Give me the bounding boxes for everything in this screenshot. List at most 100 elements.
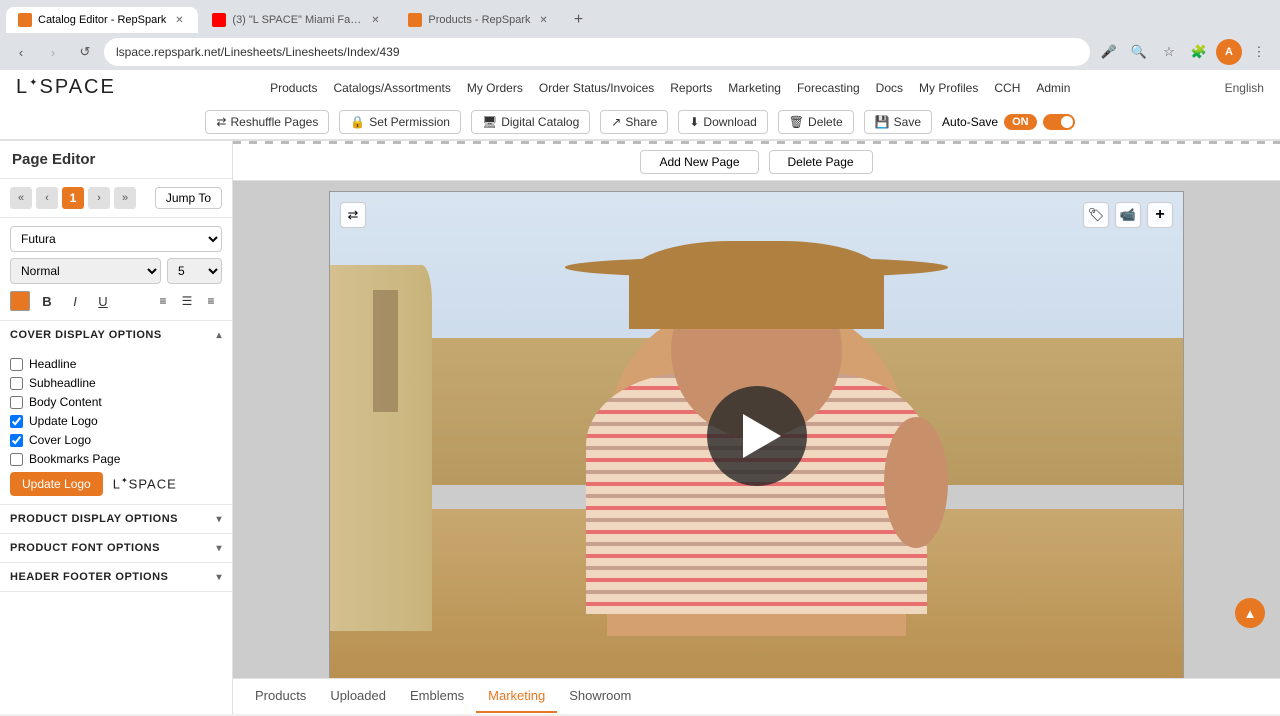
- cover-logo-checkbox[interactable]: [10, 434, 23, 447]
- shuffle-canvas-button[interactable]: ⇄: [340, 202, 366, 228]
- subheadline-row: Subheadline: [10, 376, 222, 390]
- reshuffle-pages-button[interactable]: ⇄ Reshuffle Pages: [205, 110, 329, 134]
- tab2-close-icon[interactable]: ✕: [368, 13, 382, 27]
- page-navigation: « ‹ 1 › » Jump To: [0, 179, 232, 218]
- palm-trunk: [373, 290, 399, 412]
- font-family-select[interactable]: Futura Arial Helvetica: [10, 226, 222, 252]
- align-center-button[interactable]: ☰: [176, 290, 198, 312]
- underline-button[interactable]: U: [92, 290, 114, 312]
- subheadline-checkbox[interactable]: [10, 377, 23, 390]
- product-display-arrow: ▾: [216, 514, 222, 525]
- digital-catalog-button[interactable]: 🖥 Digital Catalog: [471, 110, 590, 134]
- search-icon[interactable]: 🔍: [1126, 39, 1152, 65]
- align-right-button[interactable]: ≡: [200, 290, 222, 312]
- next-page-button[interactable]: ›: [88, 187, 110, 209]
- scroll-up-button[interactable]: ▲: [1235, 598, 1265, 628]
- language-label[interactable]: English: [1225, 81, 1264, 95]
- align-left-button[interactable]: ≡: [152, 290, 174, 312]
- font-controls: Futura Arial Helvetica Normal Bold Itali…: [0, 218, 232, 321]
- url-input[interactable]: [104, 38, 1090, 66]
- main-layout: Page Editor « ‹ 1 › » Jump To Futura Ari…: [0, 141, 1280, 714]
- nav-products[interactable]: Products: [270, 81, 317, 95]
- add-new-page-button[interactable]: Add New Page: [640, 150, 758, 174]
- first-page-button[interactable]: «: [10, 187, 32, 209]
- header-footer-header[interactable]: HEADER FOOTER OPTIONS ▾: [0, 563, 232, 591]
- nav-reports[interactable]: Reports: [670, 81, 712, 95]
- italic-button[interactable]: I: [64, 290, 86, 312]
- new-tab-button[interactable]: +: [565, 6, 593, 34]
- nav-marketing[interactable]: Marketing: [728, 81, 781, 95]
- font-size-select[interactable]: 5 8 10 12 14: [167, 258, 222, 284]
- tab-products[interactable]: Products: [243, 680, 318, 713]
- last-page-button[interactable]: »: [114, 187, 136, 209]
- tag-canvas-button[interactable]: 🏷: [1083, 202, 1109, 228]
- update-logo-row: Update Logo: [10, 414, 222, 428]
- update-logo-label: Update Logo: [29, 414, 98, 428]
- nav-cch[interactable]: CCH: [994, 81, 1020, 95]
- share-button[interactable]: ↗ Share: [600, 110, 668, 134]
- tab-showroom[interactable]: Showroom: [557, 680, 643, 713]
- product-font-header[interactable]: PRODUCT FONT OPTIONS ▾: [0, 534, 232, 562]
- app: L✦SPACE Products Catalogs/Assortments My…: [0, 70, 1280, 714]
- address-bar: ‹ › ↺ 🎤 🔍 ☆ 🧩 A ⋮: [0, 34, 1280, 70]
- tab-youtube[interactable]: (3) "L SPACE" Miami Fashion... ✕: [200, 7, 394, 33]
- reload-button[interactable]: ↺: [72, 39, 98, 65]
- tab-emblems[interactable]: Emblems: [398, 680, 476, 713]
- tab2-label: (3) "L SPACE" Miami Fashion...: [232, 14, 362, 26]
- tab-marketing[interactable]: Marketing: [476, 680, 557, 713]
- cover-display-accordion: COVER DISPLAY OPTIONS ▴ Headline Subhead…: [0, 321, 232, 505]
- mic-icon[interactable]: 🎤: [1096, 39, 1122, 65]
- save-button[interactable]: 💾 Save: [864, 110, 932, 134]
- bold-button[interactable]: B: [36, 290, 58, 312]
- forward-button[interactable]: ›: [40, 39, 66, 65]
- canvas-wrapper: ⇄ 🏷 📹 +: [329, 191, 1184, 678]
- prev-page-button[interactable]: ‹: [36, 187, 58, 209]
- add-canvas-button[interactable]: +: [1147, 202, 1173, 228]
- tab-products[interactable]: Products - RepSpark ✕: [396, 7, 562, 33]
- font-style-select[interactable]: Normal Bold Italic: [10, 258, 161, 284]
- delete-button[interactable]: 🗑 Delete: [778, 110, 854, 134]
- video-canvas-button[interactable]: 📹: [1115, 202, 1141, 228]
- body-content-checkbox[interactable]: [10, 396, 23, 409]
- bookmarks-page-checkbox[interactable]: [10, 453, 23, 466]
- update-logo-action-row: Update Logo L✦SPACE: [10, 472, 222, 496]
- nav-catalogs[interactable]: Catalogs/Assortments: [333, 81, 450, 95]
- toggle-switch[interactable]: [1043, 114, 1075, 130]
- menu-icon[interactable]: ⋮: [1246, 39, 1272, 65]
- nav-my-profiles[interactable]: My Profiles: [919, 81, 978, 95]
- update-logo-checkbox[interactable]: [10, 415, 23, 428]
- page-actions-toolbar: Add New Page Delete Page: [233, 144, 1280, 181]
- update-logo-button[interactable]: Update Logo: [10, 472, 103, 496]
- set-permission-button[interactable]: 🔒 Set Permission: [339, 110, 461, 134]
- text-color-box[interactable]: [10, 291, 30, 311]
- tab-catalog-editor[interactable]: Catalog Editor - RepSpark ✕: [6, 7, 198, 33]
- monitor-icon: 🖥: [482, 115, 497, 129]
- profile-icon[interactable]: A: [1216, 39, 1242, 65]
- product-display-accordion: PRODUCT DISPLAY OPTIONS ▾: [0, 505, 232, 534]
- auto-save-status: ON: [1004, 114, 1037, 130]
- jump-to-button[interactable]: Jump To: [155, 187, 222, 209]
- nav-order-status[interactable]: Order Status/Invoices: [539, 81, 654, 95]
- auto-save-toggle[interactable]: Auto-Save ON: [942, 114, 1075, 130]
- nav-forecasting[interactable]: Forecasting: [797, 81, 860, 95]
- headline-checkbox[interactable]: [10, 358, 23, 371]
- sidebar: Page Editor « ‹ 1 › » Jump To Futura Ari…: [0, 141, 233, 714]
- video-play-overlay[interactable]: [707, 386, 807, 486]
- share-icon: ↗: [611, 115, 621, 129]
- nav-my-orders[interactable]: My Orders: [467, 81, 523, 95]
- logo[interactable]: L✦SPACE: [16, 76, 116, 99]
- bookmark-icon[interactable]: ☆: [1156, 39, 1182, 65]
- tab-close-icon[interactable]: ✕: [172, 13, 186, 27]
- back-button[interactable]: ‹: [8, 39, 34, 65]
- tab3-close-icon[interactable]: ✕: [537, 13, 551, 27]
- tab-uploaded[interactable]: Uploaded: [318, 680, 398, 713]
- nav-admin[interactable]: Admin: [1036, 81, 1070, 95]
- logo-preview: L✦SPACE: [113, 476, 177, 491]
- delete-page-button[interactable]: Delete Page: [769, 150, 873, 174]
- nav-docs[interactable]: Docs: [876, 81, 903, 95]
- product-display-header[interactable]: PRODUCT DISPLAY OPTIONS ▾: [0, 505, 232, 533]
- download-button[interactable]: ⬇ Download: [678, 110, 767, 134]
- extensions-icon[interactable]: 🧩: [1186, 39, 1212, 65]
- cover-display-header[interactable]: COVER DISPLAY OPTIONS ▴: [0, 321, 232, 349]
- body-content-label: Body Content: [29, 395, 102, 409]
